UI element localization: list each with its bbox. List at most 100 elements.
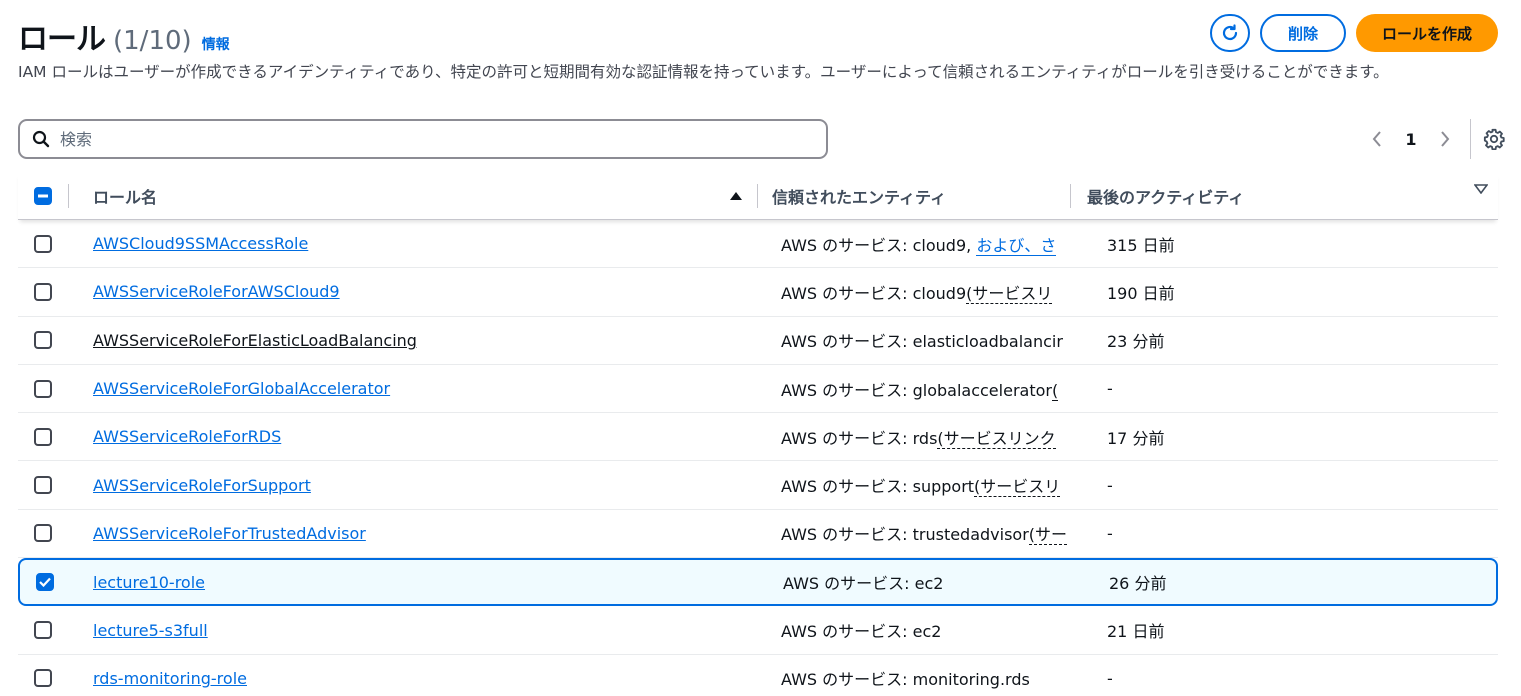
checkmark-icon <box>39 577 51 588</box>
table-row: AWSServiceRoleForGlobalAccelerator AWS の… <box>18 365 1498 414</box>
table-row: AWSCloud9SSMAccessRole AWS のサービス: cloud9… <box>18 220 1498 269</box>
table-row: AWSServiceRoleForTrustedAdvisor AWS のサービ… <box>18 510 1498 559</box>
trusted-entities-cell: AWS のサービス: ec2 <box>783 570 1096 594</box>
header-actions: 削除 ロールを作成 <box>1209 14 1498 52</box>
row-checkbox[interactable] <box>34 427 52 446</box>
chevron-left-icon <box>1372 131 1381 147</box>
trusted-entity-text: AWS のサービス: cloud9, <box>781 235 972 255</box>
select-all-cell <box>18 186 68 205</box>
row-checkbox[interactable] <box>34 234 52 253</box>
row-checkbox[interactable] <box>34 282 52 301</box>
table-row: AWSServiceRoleForAWSCloud9 AWS のサービス: cl… <box>18 268 1498 317</box>
table-row: AWSServiceRoleForRDS AWS のサービス: rds(サービス… <box>18 413 1498 462</box>
trusted-entity-text: AWS のサービス: globalaccelerator <box>781 380 1052 400</box>
and-more-link[interactable]: および、さ <box>976 235 1057 256</box>
row-checkbox[interactable] <box>36 573 54 592</box>
search-icon <box>32 130 50 148</box>
row-checkbox[interactable] <box>34 331 52 350</box>
gear-icon <box>1483 128 1505 150</box>
role-name-link[interactable]: lecture5-s3full <box>93 621 208 640</box>
column-header-trusted-entities[interactable]: 信頼されたエンティティ <box>758 184 1070 208</box>
row-checkbox[interactable] <box>34 669 52 688</box>
trusted-entity-text: AWS のサービス: ec2 <box>783 574 944 594</box>
roles-table: ロール名 信頼されたエンティティ 最後のアクティビティ AWSCloud9SSM… <box>18 172 1498 696</box>
page-description: IAM ロールはユーザーが作成できるアイデンティティであり、特定の許可と短期間有… <box>18 63 1389 81</box>
column-header-role-name-label: ロール名 <box>93 187 158 207</box>
sort-descending-icon <box>1474 183 1488 194</box>
row-checkbox[interactable] <box>34 379 52 398</box>
search-input[interactable] <box>60 129 780 149</box>
last-activity-cell: 190 日前 <box>1107 283 1175 303</box>
table-row-selected: lecture10-role AWS のサービス: ec2 26 分前 <box>18 558 1498 607</box>
trusted-entities-cell: AWS のサービス: globalaccelerator( <box>781 377 1094 401</box>
trusted-entity-text: AWS のサービス: trustedadvisor <box>781 525 1029 545</box>
role-name-link[interactable]: AWSServiceRoleForAWSCloud9 <box>93 282 340 301</box>
last-activity-cell: - <box>1107 475 1113 495</box>
trusted-entities-cell: AWS のサービス: rds(サービスリンク <box>781 425 1094 449</box>
trusted-entities-cell: AWS のサービス: elasticloadbalancir <box>781 328 1094 352</box>
last-activity-cell: 315 日前 <box>1107 235 1175 255</box>
trusted-entity-text: AWS のサービス: monitoring.rds <box>781 670 1030 690</box>
previous-page-button[interactable] <box>1360 130 1394 148</box>
trusted-entities-cell: AWS のサービス: cloud9, および、さ <box>781 232 1094 256</box>
pager-divider <box>1470 119 1471 159</box>
trusted-entities-cell: AWS のサービス: monitoring.rds <box>781 666 1094 690</box>
role-name-link[interactable]: AWSServiceRoleForSupport <box>93 476 311 495</box>
page-title: ロール <box>18 22 106 57</box>
role-name-link[interactable]: AWSServiceRoleForElasticLoadBalancing <box>93 331 417 350</box>
table-header: ロール名 信頼されたエンティティ 最後のアクティビティ <box>18 172 1498 220</box>
service-linked-tooltip[interactable]: (サー <box>1028 525 1068 546</box>
row-checkbox[interactable] <box>34 524 52 543</box>
chevron-right-icon <box>1441 131 1450 147</box>
trusted-entity-text: AWS のサービス: ec2 <box>781 622 942 642</box>
last-activity-cell: 23 分前 <box>1107 332 1165 352</box>
selection-count: (1/10) <box>113 26 192 56</box>
last-activity-cell: 21 日前 <box>1107 622 1165 642</box>
preferences-button[interactable] <box>1483 128 1505 150</box>
select-all-checkbox[interactable] <box>34 186 52 205</box>
role-name-link[interactable]: AWSCloud9SSMAccessRole <box>93 234 308 253</box>
last-activity-cell: - <box>1107 668 1113 688</box>
trusted-entity-text: AWS のサービス: elasticloadbalancir <box>781 332 1063 352</box>
table-body: AWSCloud9SSMAccessRole AWS のサービス: cloud9… <box>18 220 1498 696</box>
service-linked-tooltip[interactable]: ( <box>1051 380 1059 401</box>
trusted-entities-cell: AWS のサービス: trustedadvisor(サー <box>781 521 1094 546</box>
table-row: AWSServiceRoleForElasticLoadBalancing AW… <box>18 317 1498 365</box>
trusted-entities-cell: AWS のサービス: ec2 <box>781 618 1094 642</box>
create-role-button[interactable]: ロールを作成 <box>1355 14 1498 52</box>
next-page-button[interactable] <box>1428 130 1462 148</box>
page-header: ロール (1/10) 情報 <box>18 14 230 58</box>
last-activity-cell: 26 分前 <box>1109 574 1167 594</box>
column-header-last-activity-label: 最後のアクティビティ <box>1087 187 1245 207</box>
trusted-entities-cell: AWS のサービス: support(サービスリ <box>781 473 1094 498</box>
table-row: rds-monitoring-role AWS のサービス: monitorin… <box>18 655 1498 696</box>
role-name-link[interactable]: rds-monitoring-role <box>93 669 247 688</box>
service-linked-tooltip[interactable]: (サービスリ <box>966 283 1053 304</box>
info-link[interactable]: 情報 <box>202 34 230 54</box>
last-activity-cell: 17 分前 <box>1107 428 1165 448</box>
service-linked-tooltip[interactable]: (サービスリ <box>974 477 1061 498</box>
minus-icon <box>38 194 48 197</box>
sort-ascending-icon <box>730 191 742 200</box>
service-linked-tooltip[interactable]: (サービスリンク <box>937 428 1056 449</box>
role-name-link[interactable]: AWSServiceRoleForRDS <box>93 427 281 446</box>
role-name-link[interactable]: lecture10-role <box>93 573 205 592</box>
pagination: 1 <box>1360 119 1505 159</box>
row-checkbox[interactable] <box>34 621 52 640</box>
delete-button[interactable]: 削除 <box>1259 14 1346 52</box>
trusted-entity-text: AWS のサービス: cloud9 <box>781 283 967 303</box>
last-activity-cell: - <box>1107 523 1113 543</box>
page-number-current[interactable]: 1 <box>1394 130 1428 149</box>
column-header-last-activity[interactable]: 最後のアクティビティ <box>1071 183 1498 208</box>
role-name-link[interactable]: AWSServiceRoleForGlobalAccelerator <box>93 379 390 398</box>
row-checkbox[interactable] <box>34 476 52 495</box>
refresh-icon <box>1222 24 1238 41</box>
refresh-button[interactable] <box>1209 14 1250 52</box>
role-name-link[interactable]: AWSServiceRoleForTrustedAdvisor <box>93 524 366 543</box>
search-box <box>18 119 828 159</box>
table-row: AWSServiceRoleForSupport AWS のサービス: supp… <box>18 461 1498 510</box>
last-activity-cell: - <box>1107 379 1113 399</box>
column-header-role-name[interactable]: ロール名 <box>69 184 757 208</box>
trusted-entity-text: AWS のサービス: support <box>781 477 975 497</box>
trusted-entity-text: AWS のサービス: rds <box>781 428 938 448</box>
